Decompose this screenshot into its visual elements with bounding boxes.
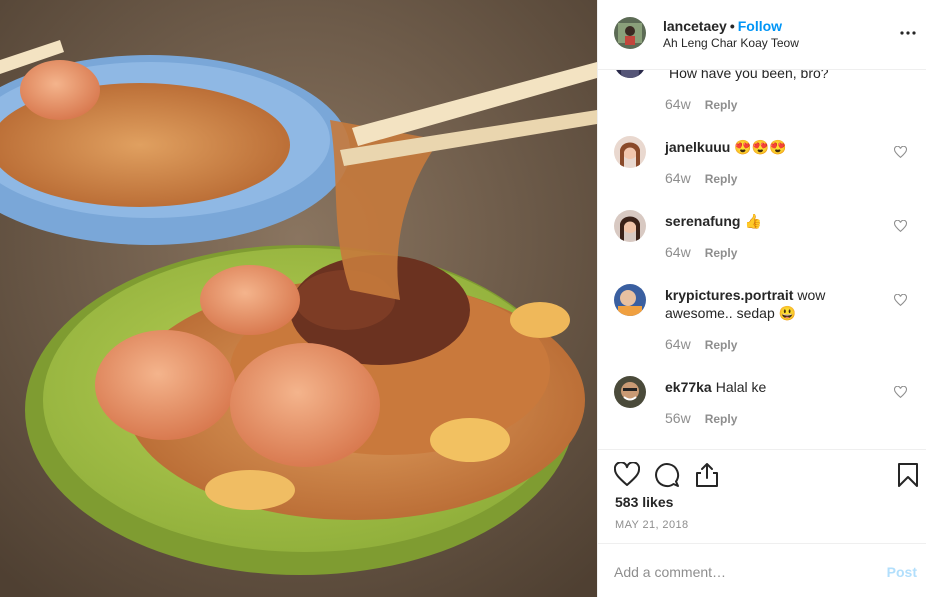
likes-count[interactable]: 583 likes [615,494,673,510]
like-comment-heart-icon[interactable] [894,386,907,399]
comment-text: Halal ke [715,379,767,395]
reply-button[interactable]: Reply [705,246,738,260]
comment-age: 64w [665,336,691,352]
comment-age: 64w [665,244,691,260]
char-koay-teow-photo [0,0,597,597]
comment-age: 56w [665,410,691,426]
comment-icon[interactable] [654,462,680,488]
like-comment-heart-icon[interactable] [894,294,907,307]
comment-username[interactable]: krypictures.portrait [665,287,793,303]
author-username[interactable]: lancetaey [663,18,727,34]
comment-username[interactable]: ek77ka [665,379,712,395]
follow-button[interactable]: Follow [738,18,782,34]
comment-input[interactable] [614,562,864,582]
avatar[interactable] [614,70,646,78]
separator-dot: • [729,18,735,34]
comment-username[interactable]: janelkuuu [665,139,730,155]
comment-username[interactable]: serenafung [665,213,740,229]
more-horizontal-icon[interactable] [899,24,917,42]
avatar[interactable] [614,376,646,408]
comment-text: 👍 [744,213,762,229]
post-header: lancetaey • Follow Ah Leng Char Koay Teow [598,0,926,70]
comments-list[interactable]: How have you been, bro? 64w Reply janelku… [598,70,926,449]
reply-button[interactable]: Reply [705,98,738,112]
reply-button[interactable]: Reply [705,412,738,426]
reply-button[interactable]: Reply [705,172,738,186]
post-photo[interactable] [0,0,597,597]
location-link[interactable]: Ah Leng Char Koay Teow [663,36,799,50]
share-icon[interactable] [694,462,720,488]
avatar[interactable] [614,284,646,316]
reply-button[interactable]: Reply [705,338,738,352]
comment-age: 64w [665,170,691,186]
bookmark-icon[interactable] [895,462,921,488]
avatar[interactable] [614,136,646,168]
comment-composer: Post [598,543,926,597]
post-button[interactable]: Post [887,564,917,580]
heart-icon[interactable] [614,462,640,488]
comment-age: 64w [665,96,691,112]
avatar[interactable] [614,210,646,242]
like-comment-heart-icon[interactable] [894,220,907,233]
post-actions: 583 likes MAY 21, 2018 [598,449,926,543]
comment-text: 😍😍😍 [734,139,787,155]
avatar[interactable] [614,17,646,49]
comment-text: How have you been, bro? [669,70,829,81]
like-comment-heart-icon[interactable] [894,146,907,159]
post-date[interactable]: MAY 21, 2018 [615,519,689,531]
post-details-panel: lancetaey • Follow Ah Leng Char Koay Teow … [597,0,926,597]
